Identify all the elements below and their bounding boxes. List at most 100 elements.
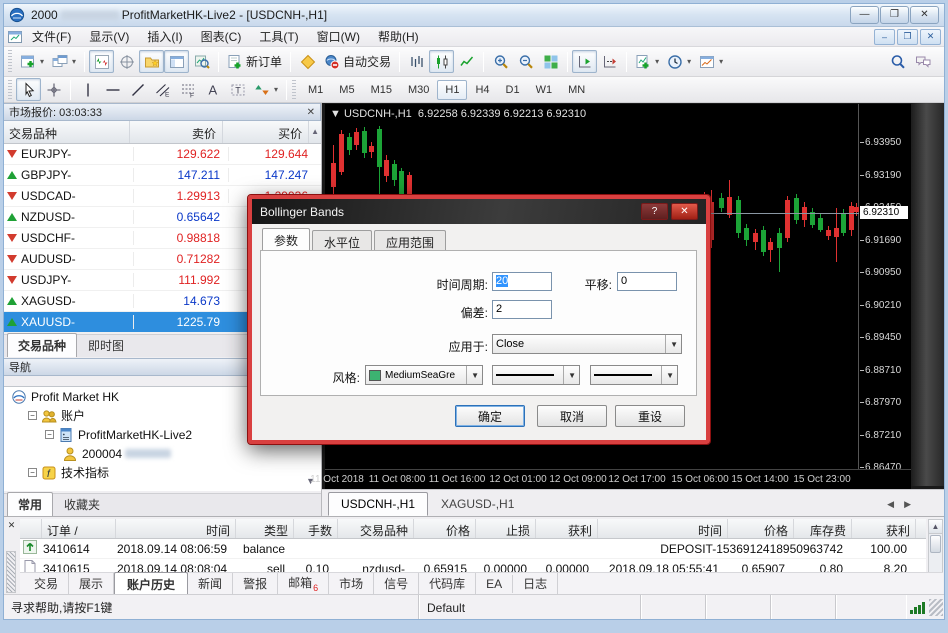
terminal-tab-账户历史[interactable]: 账户历史 <box>114 572 188 596</box>
profiles-button[interactable]: ▾ <box>48 50 80 73</box>
new-chart-button[interactable]: ▾ <box>16 50 48 73</box>
mdi-restore-button[interactable]: ❐ <box>897 29 918 45</box>
terminal-column-7[interactable]: 获利 <box>536 519 598 538</box>
terminal-close-icon[interactable]: ✕ <box>6 520 17 531</box>
terminal-tab-ea[interactable]: EA <box>476 575 513 593</box>
zoom-in-button[interactable] <box>488 50 513 73</box>
terminal-tab-警报[interactable]: 警报 <box>233 573 278 594</box>
line-width-select[interactable]: ▼ <box>590 365 678 385</box>
chart-tab[interactable]: XAGUSD-,H1 <box>428 492 527 516</box>
terminal-tab-市场[interactable]: 市场 <box>329 573 374 594</box>
terminal-column-3[interactable]: 手数 <box>294 519 338 538</box>
autoscroll-button[interactable] <box>572 50 597 73</box>
close-button[interactable]: ✕ <box>910 6 939 24</box>
autotrade-button[interactable]: 自动交易 <box>320 50 395 73</box>
terminal-tab-交易[interactable]: 交易 <box>24 573 69 594</box>
deviation-input[interactable]: 2 <box>492 300 552 319</box>
navigator-button[interactable] <box>139 50 164 73</box>
chart-tabs-left-icon[interactable]: ◀ <box>887 499 894 510</box>
status-profile[interactable]: Default <box>419 595 641 620</box>
restore-button[interactable]: ❐ <box>880 6 909 24</box>
line-chart-button[interactable] <box>454 50 479 73</box>
market-watch-row[interactable]: GBPJPY-147.211147.247 <box>3 165 321 186</box>
shift-input[interactable]: 0 <box>617 272 677 291</box>
timeframe-mn-button[interactable]: MN <box>560 80 593 100</box>
fibonacci-button[interactable]: F <box>175 78 200 101</box>
terminal-panel-button[interactable] <box>164 50 189 73</box>
color-select[interactable]: MediumSeaGre▼ <box>365 365 483 385</box>
terminal-column-6[interactable]: 止损 <box>476 519 536 538</box>
chart-tabs-right-icon[interactable]: ▶ <box>904 499 911 510</box>
market-watch-header[interactable]: 市场报价: 03:03:33 ✕ <box>3 103 321 121</box>
terminal-tab-代码库[interactable]: 代码库 <box>419 573 476 594</box>
timeframe-m30-button[interactable]: M30 <box>400 80 437 100</box>
scrollbar-thumb[interactable] <box>930 535 941 553</box>
terminal-drag-grip[interactable] <box>6 551 16 593</box>
chat-button[interactable] <box>910 50 935 73</box>
dialog-close-button[interactable]: ✕ <box>671 203 698 220</box>
dialog-help-button[interactable]: ? <box>641 203 668 220</box>
collapse-icon[interactable]: − <box>28 468 37 477</box>
scroll-up-icon[interactable]: ▲ <box>929 520 942 534</box>
chart-shift-button[interactable] <box>597 50 622 73</box>
templates-button[interactable]: ▾ <box>695 50 727 73</box>
menu-i[interactable]: 插入(I) <box>138 26 191 47</box>
terminal-tab-新闻[interactable]: 新闻 <box>188 573 233 594</box>
market-watch-tab[interactable]: 交易品种 <box>7 333 77 357</box>
timeframe-m5-button[interactable]: M5 <box>331 80 362 100</box>
menu-v[interactable]: 显示(V) <box>80 26 138 47</box>
crosshair-button[interactable] <box>41 78 66 101</box>
tile-windows-button[interactable] <box>538 50 563 73</box>
apply-to-select[interactable]: Close▼ <box>492 334 682 354</box>
toolbar-grip[interactable] <box>292 80 296 100</box>
terminal-column-4[interactable]: 交易品种 <box>338 519 414 538</box>
label-button[interactable]: T <box>225 78 250 101</box>
periods-button[interactable]: ▾ <box>663 50 695 73</box>
toolbar-grip[interactable] <box>8 50 12 73</box>
timeframe-h1-button[interactable]: H1 <box>437 80 467 100</box>
navigator-tab[interactable]: 收藏夹 <box>53 492 111 516</box>
terminal-row[interactable]: 34106142018.09.14 08:06:59balanceDEPOSIT… <box>20 539 926 559</box>
market-watch-button[interactable] <box>89 50 114 73</box>
cancel-button[interactable]: 取消 <box>537 405 607 427</box>
timeframe-d1-button[interactable]: D1 <box>498 80 528 100</box>
data-window-button[interactable] <box>114 50 139 73</box>
terminal-column-0[interactable]: 订单 / <box>42 519 116 538</box>
dialog-title-bar[interactable]: Bollinger Bands ? ✕ <box>252 199 706 224</box>
column-header-0[interactable]: 交易品种 <box>3 121 130 143</box>
collapse-icon[interactable]: − <box>45 430 54 439</box>
resize-grip[interactable] <box>929 599 943 616</box>
vertical-line-button[interactable] <box>75 78 100 101</box>
cursor-button[interactable] <box>16 78 41 101</box>
column-header-2[interactable]: 买价 <box>223 121 309 143</box>
reset-button[interactable]: 重设 <box>615 405 685 427</box>
time-axis[interactable]: 11 Oct 201811 Oct 08:0011 Oct 16:0012 Oc… <box>325 469 911 489</box>
text-button[interactable]: A <box>200 78 225 101</box>
terminal-column-2[interactable]: 类型 <box>236 519 294 538</box>
navigator-tab[interactable]: 常用 <box>7 492 53 516</box>
indicators-button[interactable]: ▾ <box>631 50 663 73</box>
terminal-tab-日志[interactable]: 日志 <box>513 573 558 594</box>
collapse-icon[interactable]: − <box>28 411 37 420</box>
terminal-column-10[interactable]: 库存费 <box>794 519 852 538</box>
menu-w[interactable]: 窗口(W) <box>308 26 369 47</box>
bar-chart-button[interactable] <box>404 50 429 73</box>
market-watch-row[interactable]: EURJPY-129.622129.644 <box>3 144 321 165</box>
market-watch-scroll-up-icon[interactable]: ▲ <box>309 121 321 143</box>
terminal-column-9[interactable]: 价格 <box>728 519 794 538</box>
trendline-button[interactable] <box>125 78 150 101</box>
horizontal-line-button[interactable] <box>100 78 125 101</box>
terminal-tab-展示[interactable]: 展示 <box>69 573 114 594</box>
terminal-column-8[interactable]: 时间 <box>598 519 728 538</box>
terminal-tab-信号[interactable]: 信号 <box>374 573 419 594</box>
mdi-minimize-button[interactable]: – <box>874 29 895 45</box>
metaeditor-button[interactable] <box>295 50 320 73</box>
price-axis[interactable]: 6.939506.931906.924506.916906.909506.902… <box>859 104 911 489</box>
shapes-button[interactable]: ▾ <box>250 78 282 101</box>
terminal-tab-邮箱[interactable]: 邮箱6 <box>278 572 329 594</box>
timeframe-h4-button[interactable]: H4 <box>467 80 497 100</box>
search-button[interactable] <box>885 50 910 73</box>
timeframe-m1-button[interactable]: M1 <box>300 80 331 100</box>
timeframe-w1-button[interactable]: W1 <box>528 80 561 100</box>
period-input[interactable]: 20 <box>492 272 552 291</box>
